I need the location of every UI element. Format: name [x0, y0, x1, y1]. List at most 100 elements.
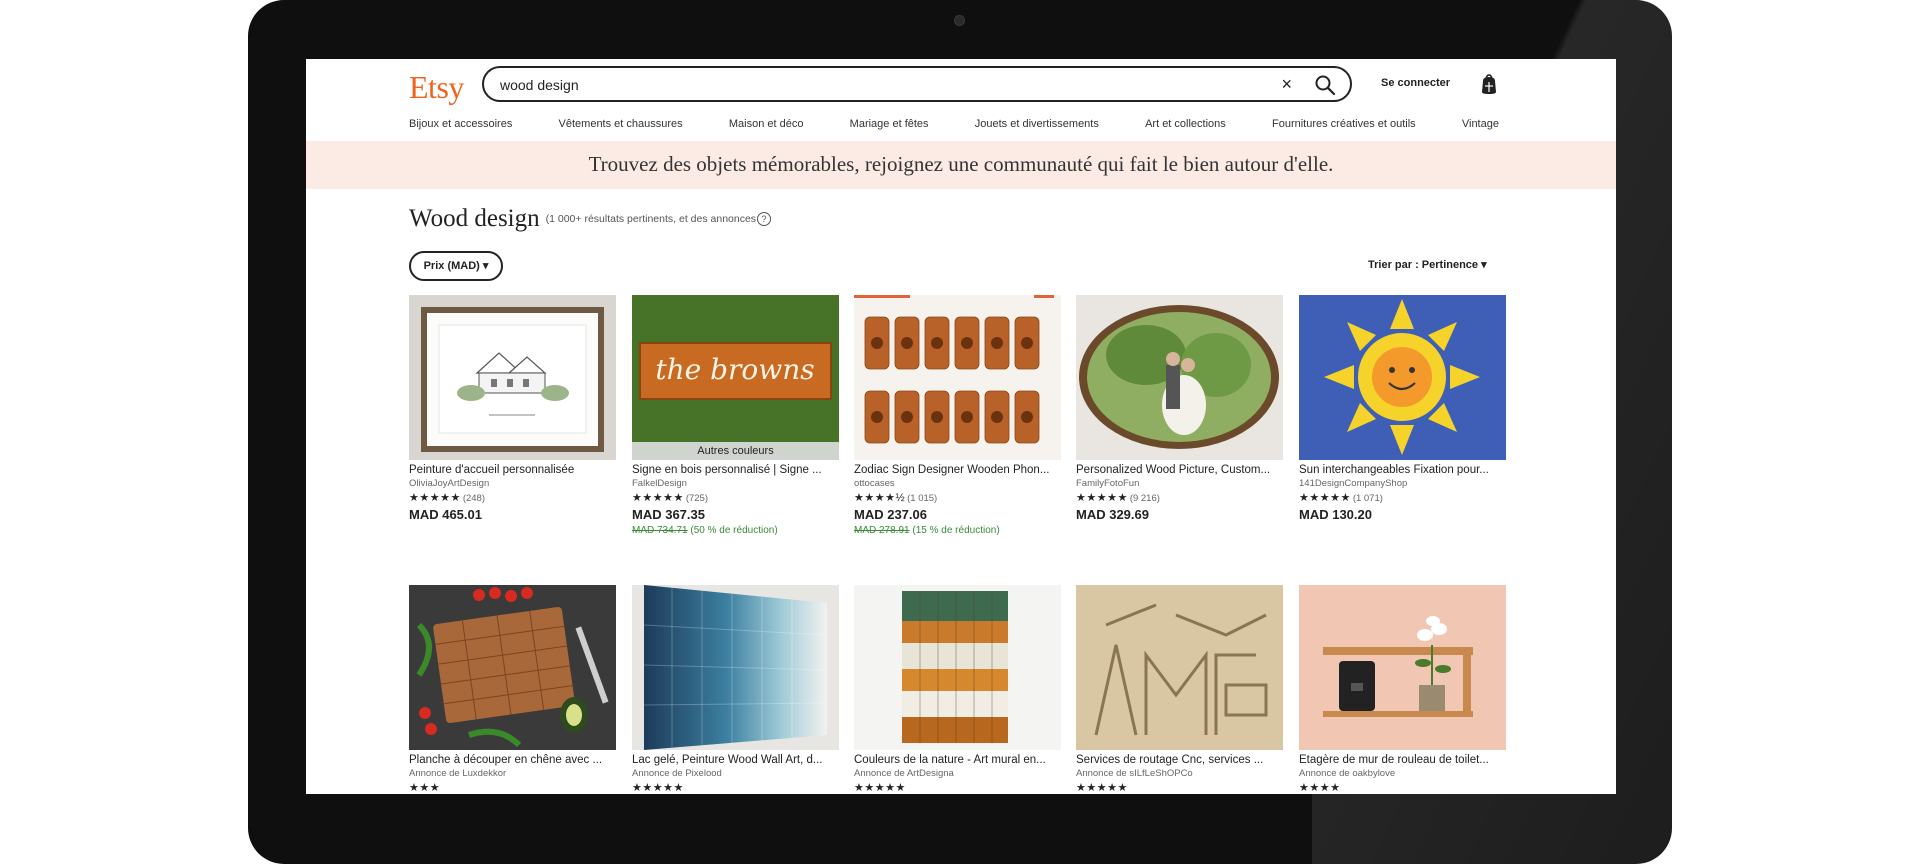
nav-item-toys[interactable]: Jouets et divertissements: [975, 118, 1099, 130]
product-card[interactable]: Services de routage Cnc, services ... An…: [1076, 585, 1283, 794]
shop-name[interactable]: Annonce de Luxdekkor: [409, 768, 616, 779]
shop-name[interactable]: FalkelDesign: [632, 478, 839, 489]
product-image[interactable]: [409, 295, 616, 460]
sign-in-link[interactable]: Se connecter: [1381, 77, 1450, 89]
browser-screen: Etsy × Se connecter Bijoux et accessoire…: [306, 59, 1616, 794]
star-rating-icon: ★★★★½: [854, 492, 906, 504]
cnc-routing-image: [1076, 585, 1283, 750]
rating: ★★★★★ (248): [409, 491, 616, 504]
product-image[interactable]: [632, 585, 839, 750]
product-card[interactable]: Lac gelé, Peinture Wood Wall Art, d... A…: [632, 585, 839, 794]
toilet-roll-shelf-image: [1299, 585, 1506, 750]
price: MAD 367.35: [632, 507, 705, 522]
product-image[interactable]: [854, 585, 1061, 750]
rating: ★★★★★ (1 071): [1299, 491, 1506, 504]
shop-name[interactable]: OliviaJoyArtDesign: [409, 478, 616, 489]
nav-item-wedding[interactable]: Mariage et fêtes: [850, 118, 929, 130]
nature-mosaic-wall-art-image: [854, 585, 1061, 750]
product-title[interactable]: Zodiac Sign Designer Wooden Phon...: [854, 464, 1061, 476]
promo-banner: Trouvez des objets mémorables, rejoignez…: [306, 141, 1616, 189]
product-title[interactable]: Services de routage Cnc, services ...: [1076, 754, 1283, 766]
product-card[interactable]: Zodiac Sign Designer Wooden Phon... otto…: [854, 295, 1061, 536]
nav-item-supplies[interactable]: Fournitures créatives et outils: [1272, 118, 1416, 130]
product-card[interactable]: Sun interchangeables Fixation pour... 14…: [1299, 295, 1506, 522]
star-rating-icon: ★★★★★: [632, 492, 684, 504]
shop-name[interactable]: Annonce de Pixelood: [632, 768, 839, 779]
product-title[interactable]: Signe en bois personnalisé | Signe ...: [632, 464, 839, 476]
page-title: Wood design: [409, 205, 540, 232]
product-image[interactable]: [1299, 295, 1506, 460]
rating: ★★★★★: [632, 781, 839, 794]
product-image[interactable]: [409, 585, 616, 750]
wood-sign-image: the browns: [632, 295, 839, 460]
product-image[interactable]: [1076, 585, 1283, 750]
price-filter-button[interactable]: Prix (MAD) ▾: [409, 251, 503, 281]
star-rating-icon: ★★★★★: [1299, 492, 1351, 504]
star-rating-icon: ★★★★★: [854, 782, 906, 794]
product-card[interactable]: Personalized Wood Picture, Custom... Fam…: [1076, 295, 1283, 522]
product-image[interactable]: [1076, 295, 1283, 460]
product-title[interactable]: Personalized Wood Picture, Custom...: [1076, 464, 1283, 476]
search-input[interactable]: [498, 74, 1262, 96]
wood-slice-photo-image: [1076, 295, 1283, 460]
product-image[interactable]: the browns Autres couleurs: [632, 295, 839, 460]
product-image[interactable]: [854, 295, 1061, 460]
product-title[interactable]: Étagère de mur de rouleau de toilet...: [1299, 754, 1506, 766]
shop-name[interactable]: Annonce de ArtDesigna: [854, 768, 1061, 779]
star-rating-icon: ★★★★★: [1076, 492, 1128, 504]
product-title[interactable]: Sun interchangeables Fixation pour...: [1299, 464, 1506, 476]
rating: ★★★★★: [1076, 781, 1283, 794]
shop-name[interactable]: Annonce de sILfLeShOPCo: [1076, 768, 1283, 779]
product-card[interactable]: the browns Autres couleurs Signe en bois…: [632, 295, 839, 536]
house-painting-image: [409, 295, 616, 460]
discount-info: MAD 278.91 (15 % de réduction): [854, 525, 1061, 536]
site-header: Etsy × Se connecter Bijoux et accessoire…: [306, 59, 1616, 141]
product-card[interactable]: Étagère de mur de rouleau de toilet... A…: [1299, 585, 1506, 794]
price: MAD 237.06: [854, 507, 927, 522]
product-title[interactable]: Couleurs de la nature - Art mural en...: [854, 754, 1061, 766]
product-title[interactable]: Lac gelé, Peinture Wood Wall Art, d...: [632, 754, 839, 766]
product-card[interactable]: Planche à découper en chêne avec ... Ann…: [409, 585, 616, 794]
tablet-frame: Etsy × Se connecter Bijoux et accessoire…: [248, 0, 1672, 864]
star-rating-icon: ★★★★★: [409, 492, 461, 504]
nav-item-jewelry[interactable]: Bijoux et accessoires: [409, 118, 512, 130]
original-price: MAD 278.91: [854, 525, 910, 536]
star-rating-icon: ★★★: [409, 782, 441, 794]
product-image[interactable]: [1299, 585, 1506, 750]
sign-text: the browns: [655, 353, 814, 386]
rating: ★★★★★: [854, 781, 1061, 794]
etsy-logo[interactable]: Etsy: [409, 69, 464, 106]
camera-dot: [954, 15, 965, 26]
nav-item-vintage[interactable]: Vintage: [1462, 118, 1499, 130]
nav-item-clothing[interactable]: Vêtements et chaussures: [559, 118, 683, 130]
rating: ★★★★: [1299, 781, 1506, 794]
cutting-board-image: [409, 585, 616, 750]
shop-name[interactable]: 141DesignCompanyShop: [1299, 478, 1506, 489]
review-count: (9 216): [1129, 493, 1160, 504]
cart-icon[interactable]: [1479, 73, 1499, 95]
rating: ★★★: [409, 781, 616, 794]
price: MAD 465.01: [409, 507, 482, 522]
rating: ★★★★½ (1 015): [854, 491, 1061, 504]
product-card[interactable]: Peinture d'accueil personnalisée OliviaJ…: [409, 295, 616, 522]
rating: ★★★★★ (725): [632, 491, 839, 504]
discount-percent: (50 % de réduction): [690, 525, 778, 536]
nav-item-home[interactable]: Maison et déco: [729, 118, 804, 130]
star-rating-icon: ★★★★★: [1076, 782, 1128, 794]
product-card[interactable]: Couleurs de la nature - Art mural en... …: [854, 585, 1061, 794]
results-count: (1 000+ résultats pertinents, et des ann…: [545, 213, 757, 225]
info-icon[interactable]: ?: [757, 212, 772, 226]
product-title[interactable]: Planche à découper en chêne avec ...: [409, 754, 616, 766]
nav-item-art[interactable]: Art et collections: [1145, 118, 1226, 130]
search-icon[interactable]: [1314, 74, 1336, 96]
price: MAD 130.20: [1299, 507, 1372, 522]
shop-name[interactable]: FamilyFotoFun: [1076, 478, 1283, 489]
search-bar[interactable]: ×: [482, 66, 1352, 102]
shop-name[interactable]: ottocases: [854, 478, 1061, 489]
shop-name[interactable]: Annonce de oakbylove: [1299, 768, 1506, 779]
close-icon[interactable]: ×: [1281, 74, 1292, 94]
star-rating-icon: ★★★★: [1299, 782, 1341, 794]
review-count: (248): [462, 493, 485, 504]
sort-dropdown[interactable]: Trier par : Pertinence ▾: [1368, 258, 1487, 271]
product-title[interactable]: Peinture d'accueil personnalisée: [409, 464, 616, 476]
